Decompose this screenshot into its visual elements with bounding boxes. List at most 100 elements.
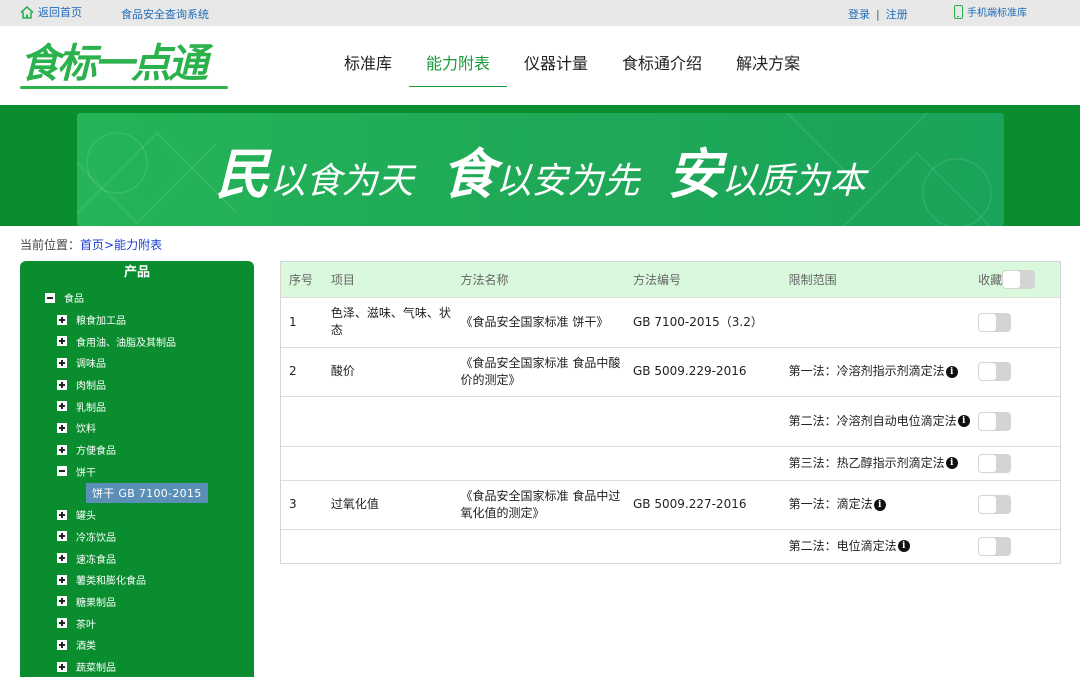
tree-item-label: 酒类 bbox=[76, 641, 96, 653]
expand-icon[interactable] bbox=[57, 444, 67, 455]
tree-item[interactable]: 速冻食品 bbox=[20, 547, 254, 569]
system-link[interactable]: 食品安全查询系统 bbox=[121, 6, 209, 22]
product-sidebar: 产品 食品 粮食加工品 食用油、油脂及其制品 调味品 肉制品 乳制品 饮料 方便食品 饼干 饼干… bbox=[20, 261, 254, 677]
tree-item[interactable]: 食用油、油脂及其制品 bbox=[20, 330, 254, 352]
nav-item-3[interactable]: 食标通介绍 bbox=[605, 26, 719, 105]
cell-collect bbox=[970, 528, 1060, 563]
info-icon[interactable]: i bbox=[945, 365, 958, 378]
expand-icon[interactable] bbox=[57, 509, 67, 520]
cell-collect bbox=[970, 445, 1060, 480]
tree-item[interactable]: 调味品 bbox=[20, 352, 254, 374]
tree-item[interactable]: 乳制品 bbox=[20, 395, 254, 417]
site-logo[interactable]: 食标一点通 bbox=[20, 40, 208, 88]
header-item: 项目 bbox=[330, 272, 355, 287]
breadcrumb-home-link[interactable]: 首页 bbox=[80, 238, 104, 252]
tree-item[interactable]: 饮料 bbox=[20, 417, 254, 439]
tree-item[interactable]: 罐头 bbox=[20, 504, 254, 526]
tree-root-label: 食品 bbox=[64, 294, 84, 306]
table-row: 第二法：电位滴定法 i bbox=[281, 528, 1060, 563]
collapse-icon[interactable] bbox=[57, 466, 67, 477]
expand-icon[interactable] bbox=[57, 357, 67, 368]
tree-item[interactable]: 蔬菜制品 bbox=[20, 656, 254, 677]
collect-toggle[interactable] bbox=[978, 312, 1012, 332]
collect-toggle[interactable] bbox=[978, 495, 1012, 514]
expand-icon[interactable] bbox=[57, 639, 67, 650]
cell-collect bbox=[970, 479, 1060, 529]
tree-leaf-label: 饼干 GB 7100-2015 bbox=[86, 483, 208, 504]
mobile-link[interactable]: 手机端标准库 bbox=[954, 4, 1027, 19]
mobile-link-label: 手机端标准库 bbox=[967, 8, 1027, 19]
info-icon[interactable]: i bbox=[945, 457, 958, 469]
cell-code: GB 7100-2015（3.2） bbox=[625, 296, 781, 347]
nav-item-4[interactable]: 解决方案 bbox=[719, 26, 817, 105]
tree-item-label: 方便食品 bbox=[76, 446, 116, 458]
expand-icon[interactable] bbox=[57, 422, 67, 433]
breadcrumb-current[interactable]: 能力附表 bbox=[114, 238, 162, 252]
cell-collect bbox=[970, 296, 1060, 347]
cell-scope: 第三法：热乙醇指示剂滴定法 i bbox=[780, 445, 971, 480]
product-tree: 食品 粮食加工品食用油、油脂及其制品 调味品肉制品乳制品饮料方便食品饼干 饼干 GB… bbox=[20, 287, 254, 677]
banner: 民以食为天 食以安为先 安以质为本 bbox=[0, 105, 1080, 226]
expand-icon[interactable] bbox=[57, 661, 67, 672]
collect-all-toggle[interactable] bbox=[1002, 269, 1036, 289]
nav-item-2[interactable]: 仪器计量 bbox=[507, 26, 605, 105]
header-scope: 限制范围 bbox=[788, 272, 837, 287]
cell-method: 《食品安全国家标准 食品中酸价的测定》 bbox=[452, 346, 625, 396]
header-collect-label: 收藏 bbox=[978, 272, 1003, 287]
home-link[interactable]: 返回首页 bbox=[20, 4, 82, 20]
tree-item[interactable]: 茶叶 bbox=[20, 612, 254, 634]
tree-item-label: 乳制品 bbox=[76, 402, 106, 414]
expand-icon[interactable] bbox=[57, 596, 67, 607]
expand-icon[interactable] bbox=[57, 531, 67, 542]
slogan-small-3: 以质为本 bbox=[721, 161, 866, 202]
expand-icon[interactable] bbox=[57, 553, 67, 564]
cell-scope: 第二法：电位滴定法 i bbox=[780, 528, 971, 563]
cell-scope: 第二法：冷溶剂自动电位滴定法 i bbox=[780, 395, 971, 446]
tree-leaf-item[interactable]: 饼干 GB 7100-2015 bbox=[20, 482, 254, 504]
info-icon[interactable]: i bbox=[957, 415, 970, 427]
slogan-big-2: 食 bbox=[441, 143, 496, 206]
info-icon[interactable]: i bbox=[897, 540, 910, 553]
tree-item[interactable]: 酒类 bbox=[20, 634, 254, 656]
cell-code: GB 5009.227-2016 bbox=[625, 479, 781, 529]
slogan-small-1: 以食为天 bbox=[269, 161, 414, 202]
tree-item[interactable]: 薯类和膨化食品 bbox=[20, 569, 254, 591]
nav-item-1[interactable]: 能力附表 bbox=[409, 26, 508, 105]
tree-item-label: 粮食加工品 bbox=[76, 316, 126, 328]
expand-icon[interactable] bbox=[57, 618, 67, 629]
tree-item[interactable]: 冷冻饮品 bbox=[20, 526, 254, 548]
tree-item-label: 肉制品 bbox=[76, 381, 106, 393]
breadcrumb: 当前位置：首页>能力附表 bbox=[20, 236, 162, 253]
cell-scope-text: 第一法：冷溶剂指示剂滴定法 bbox=[788, 364, 945, 378]
tree-root-food[interactable]: 食品 bbox=[20, 287, 254, 309]
collapse-icon[interactable] bbox=[45, 292, 55, 303]
register-link[interactable]: 注册 bbox=[886, 8, 908, 21]
collect-toggle[interactable] bbox=[978, 411, 1012, 431]
capability-table: 序号 项目 方法名称 方法编号 限制范围 收藏 1 色泽、滋味、气味、状态 《食品安… bbox=[280, 261, 1061, 564]
expand-icon[interactable] bbox=[57, 314, 67, 325]
expand-icon[interactable] bbox=[57, 379, 67, 390]
tree-item[interactable]: 方便食品 bbox=[20, 439, 254, 461]
cell-no bbox=[281, 445, 323, 480]
nav-item-0[interactable]: 标准库 bbox=[327, 26, 409, 105]
collect-toggle[interactable] bbox=[978, 362, 1012, 381]
cell-method: 《食品安全国家标准 食品中过氧化值的测定》 bbox=[452, 479, 625, 529]
expand-icon[interactable] bbox=[57, 401, 67, 412]
tree-item[interactable]: 粮食加工品 bbox=[20, 309, 254, 331]
collect-toggle[interactable] bbox=[978, 536, 1012, 556]
cell-method bbox=[452, 395, 625, 446]
cell-item bbox=[322, 528, 453, 563]
cell-item: 过氧化值 bbox=[322, 479, 453, 529]
cell-code bbox=[625, 445, 781, 480]
login-link[interactable]: 登录 bbox=[848, 8, 870, 21]
expand-icon[interactable] bbox=[57, 574, 67, 585]
info-icon[interactable]: i bbox=[873, 498, 886, 511]
expand-icon[interactable] bbox=[57, 336, 67, 347]
tree-item[interactable]: 肉制品 bbox=[20, 374, 254, 396]
collect-toggle[interactable] bbox=[978, 453, 1012, 473]
cell-code bbox=[625, 528, 781, 563]
cell-item bbox=[322, 445, 453, 480]
tree-item[interactable]: 饼干 bbox=[20, 461, 254, 483]
cell-scope-text: 第三法：热乙醇指示剂滴定法 bbox=[788, 455, 945, 470]
tree-item[interactable]: 糖果制品 bbox=[20, 591, 254, 613]
